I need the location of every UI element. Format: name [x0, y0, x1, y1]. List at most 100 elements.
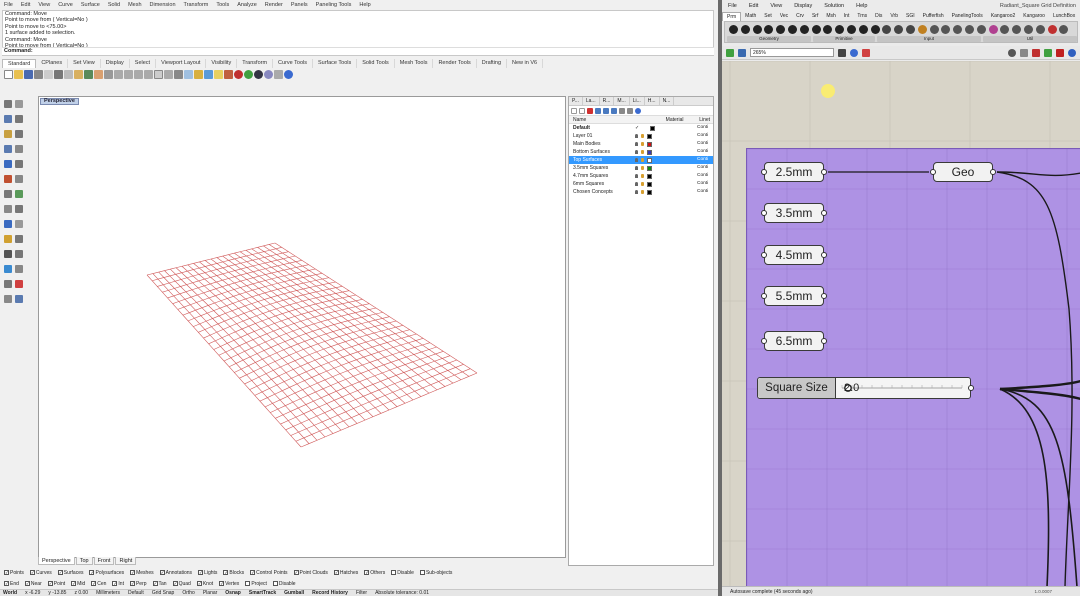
layer-material[interactable] — [667, 188, 697, 196]
polygon-icon[interactable] — [4, 160, 12, 168]
tab-curve-tools[interactable]: Curve Tools — [273, 59, 313, 68]
move-up-icon[interactable] — [595, 107, 601, 114]
ellipse-icon[interactable] — [4, 145, 12, 153]
menu-solid[interactable]: Solid — [108, 2, 120, 8]
layer-material[interactable] — [667, 132, 697, 140]
shaded-green-icon[interactable] — [1044, 48, 1052, 57]
preview-icon[interactable] — [850, 48, 858, 57]
panel-4-5mm[interactable]: 4.5mm — [761, 245, 827, 265]
lock-icon[interactable] — [641, 190, 644, 194]
gh-tab-math[interactable]: Math — [741, 12, 760, 21]
checkbox-box[interactable]: ✓ — [196, 581, 202, 586]
boolean-icon[interactable] — [15, 235, 23, 243]
ribbon-line-icon[interactable] — [788, 25, 797, 34]
filter-project-checkbox[interactable]: Project — [245, 581, 267, 587]
visibility-bulb-icon[interactable] — [635, 134, 638, 138]
checkbox-box[interactable]: ✓ — [293, 570, 299, 575]
revolve-icon[interactable] — [15, 205, 23, 213]
menu-analyze[interactable]: Analyze — [237, 2, 257, 8]
paste-icon[interactable] — [74, 69, 83, 79]
ribbon-gradient-icon[interactable] — [988, 25, 998, 34]
new-sublayer-icon[interactable] — [579, 107, 585, 114]
ribbon-integer-icon[interactable] — [894, 25, 904, 34]
menu-render[interactable]: Render — [265, 2, 283, 8]
zoom-selected-icon[interactable] — [144, 69, 153, 79]
ribbon-brep-icon[interactable] — [835, 25, 845, 34]
loft-icon[interactable] — [4, 205, 12, 213]
record-history-toggle[interactable]: Record History — [312, 590, 348, 596]
header-material[interactable]: Material — [666, 116, 700, 123]
tab-transform[interactable]: Transform — [237, 59, 274, 68]
four-views-icon[interactable] — [154, 69, 163, 79]
filter-knot-checkbox[interactable]: ✓ Knot — [196, 581, 213, 587]
layer-linetype[interactable]: Conti — [697, 156, 711, 164]
array-icon[interactable] — [4, 265, 12, 273]
ribbon-colour-icon[interactable] — [917, 25, 927, 34]
smarttrack-toggle[interactable]: SmartTrack — [249, 590, 276, 596]
checkbox-box[interactable] — [245, 581, 251, 586]
visibility-bulb-icon[interactable] — [635, 142, 638, 146]
gh-tab-set[interactable]: Set — [760, 12, 776, 21]
filter-icon[interactable] — [619, 107, 625, 114]
viewport-tab-top[interactable]: Top — [75, 557, 93, 565]
layer-color-swatch[interactable] — [647, 142, 652, 148]
panel-tab[interactable]: M... — [614, 97, 630, 105]
zoom-icon[interactable] — [114, 69, 123, 79]
lock-icon[interactable] — [194, 69, 203, 79]
zoom-extents-icon[interactable] — [134, 69, 143, 79]
open-file-icon[interactable] — [14, 69, 23, 79]
visibility-bulb-icon[interactable] — [635, 150, 638, 154]
mirror-icon[interactable] — [15, 265, 23, 273]
menu-help[interactable]: Help — [359, 2, 370, 8]
gumball-toggle[interactable]: Gumball — [284, 590, 304, 596]
shaded-red-icon[interactable] — [1056, 48, 1064, 57]
panel-tab[interactable]: H... — [645, 97, 660, 105]
new-layer-icon[interactable] — [571, 107, 577, 114]
layer-row-main-bodies[interactable]: Main Bodies Conti — [569, 140, 713, 148]
menu-tools[interactable]: Tools — [216, 2, 229, 8]
circle-icon[interactable] — [4, 130, 12, 138]
curve-icon[interactable] — [15, 160, 23, 168]
tab-cplanes[interactable]: CPlanes — [36, 59, 69, 68]
tab-new-in-v6[interactable]: New in V6 — [507, 59, 544, 68]
show-icon[interactable] — [184, 69, 193, 79]
gh-tab-pufferfish[interactable]: Pufferfish — [919, 12, 948, 21]
zoom-window-icon[interactable] — [124, 69, 133, 79]
current-layer-status[interactable]: Default — [128, 590, 144, 596]
tab-surface-tools[interactable]: Surface Tools — [313, 59, 358, 68]
visibility-bulb-icon[interactable] — [635, 174, 638, 178]
layer-color-swatch[interactable] — [647, 158, 652, 164]
viewport-tab-right[interactable]: Right — [115, 557, 137, 565]
gh-tab-dis[interactable]: Dis — [871, 12, 886, 21]
tab-render-tools[interactable]: Render Tools — [433, 59, 477, 68]
filter-surfaces-checkbox[interactable]: ✓ Surfaces — [57, 570, 83, 576]
menu-file[interactable]: File — [4, 2, 13, 8]
help-icon[interactable] — [635, 107, 641, 114]
output-grip[interactable] — [990, 169, 996, 175]
ribbon-arc-icon[interactable] — [764, 25, 774, 34]
checkbox-box[interactable]: ✓ — [112, 581, 118, 586]
tab-standard[interactable]: Standard — [2, 59, 37, 68]
menu-dimension[interactable]: Dimension — [150, 2, 176, 8]
layer-linetype[interactable]: Conti — [697, 124, 711, 132]
ortho-toggle[interactable]: Ortho — [182, 590, 195, 596]
command-prompt[interactable]: Command: — [2, 47, 714, 55]
layer-row-3-5mm-squares[interactable]: 3.5mm Squares Conti — [569, 164, 713, 172]
render-sphere-icon[interactable] — [234, 69, 243, 79]
output-grip[interactable] — [968, 385, 974, 391]
gh-tab-vec[interactable]: Vec — [776, 12, 792, 21]
output-grip[interactable] — [821, 338, 827, 344]
select-icon[interactable] — [174, 69, 183, 79]
freeform-icon[interactable] — [4, 175, 12, 183]
checkbox-box[interactable] — [419, 570, 425, 575]
tab-visibility[interactable]: Visibility — [206, 59, 238, 68]
filter-curves-checkbox[interactable]: ✓ Curves — [29, 570, 52, 576]
layer-icon[interactable] — [204, 69, 213, 79]
gh-tab-int[interactable]: Int — [840, 12, 854, 21]
analyze-icon[interactable] — [4, 280, 12, 288]
filter-point-checkbox[interactable]: ✓ Point — [47, 581, 65, 587]
filter-points-checkbox[interactable]: ✓ Points — [4, 570, 24, 576]
filter-hatches-checkbox[interactable]: ✓ Hatches — [333, 570, 358, 576]
checkbox-box[interactable]: ✓ — [129, 581, 135, 586]
solid-box-icon[interactable] — [4, 220, 12, 228]
